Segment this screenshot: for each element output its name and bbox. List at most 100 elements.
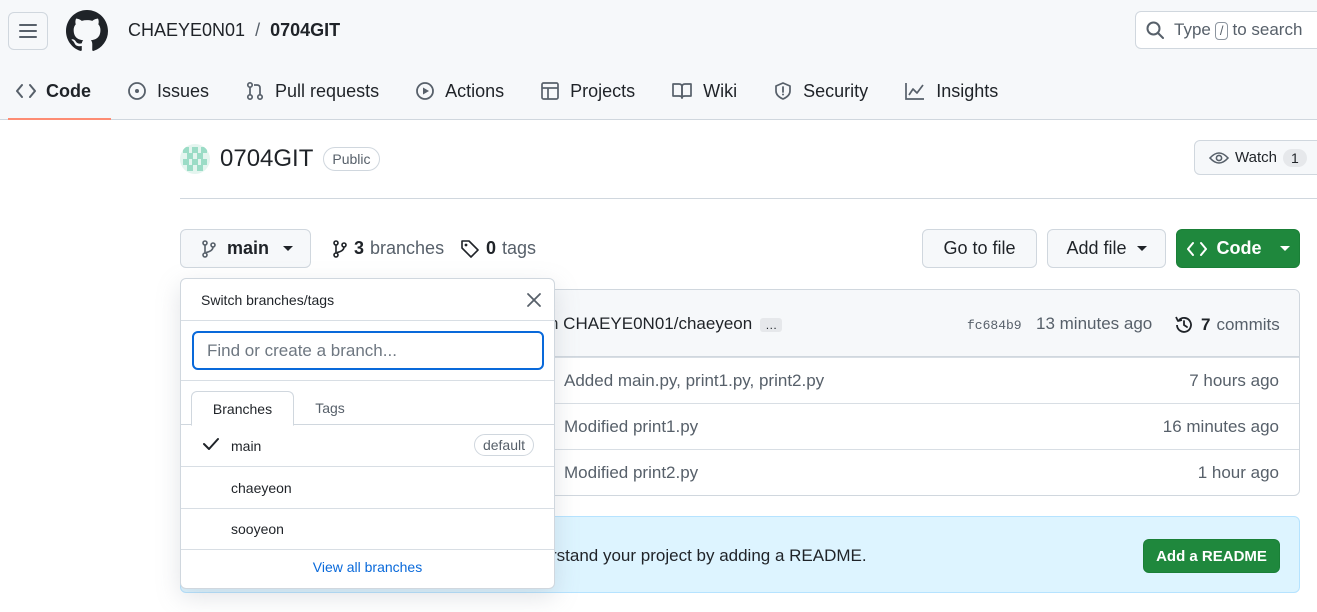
tag-icon bbox=[461, 239, 479, 258]
repo-title-row: 0704GIT Public bbox=[180, 144, 380, 174]
view-all-branches-link[interactable]: View all branches bbox=[181, 559, 554, 575]
search-hint: Type / to search bbox=[1174, 20, 1303, 40]
branch-filter-input[interactable] bbox=[192, 331, 544, 370]
tags-label: tags bbox=[502, 238, 537, 258]
tab-code[interactable]: Code bbox=[0, 70, 111, 120]
play-icon bbox=[416, 82, 434, 100]
dropdown-header: Switch branches/tags bbox=[181, 279, 554, 321]
tab-code-label: Code bbox=[46, 80, 91, 101]
tab-issues-label: Issues bbox=[157, 80, 210, 101]
shield-icon bbox=[775, 82, 792, 100]
tab-wiki[interactable]: Wiki bbox=[655, 70, 753, 112]
breadcrumb-repo[interactable]: 0704GIT bbox=[270, 20, 340, 41]
search-shortcut-key: / bbox=[1214, 22, 1229, 40]
file-commit-time: 7 hours ago bbox=[1189, 371, 1279, 390]
commits-count: 7 bbox=[1201, 315, 1211, 334]
git-branch-icon bbox=[202, 239, 216, 258]
breadcrumb-owner[interactable]: CHAEYE0N01 bbox=[128, 20, 245, 41]
add-file-label: Add file bbox=[1066, 238, 1127, 258]
chevron-down-icon bbox=[1279, 246, 1290, 251]
add-readme-label: Add a README bbox=[1156, 547, 1267, 565]
tab-wiki-label: Wiki bbox=[703, 80, 738, 101]
commits-link[interactable]: 7 commits bbox=[1173, 314, 1280, 336]
identicon-icon bbox=[180, 144, 210, 174]
history-icon bbox=[1175, 316, 1192, 333]
tab-insights-label: Insights bbox=[936, 80, 999, 101]
branches-count: 3 bbox=[354, 238, 365, 258]
file-commit-message[interactable]: Modified print2.py bbox=[564, 463, 698, 483]
tab-issues[interactable]: Issues bbox=[111, 70, 225, 112]
add-readme-button[interactable]: Add a README bbox=[1143, 539, 1280, 573]
code-dropdown-button[interactable]: Code bbox=[1176, 229, 1300, 268]
git-branch-icon bbox=[333, 239, 347, 258]
repo-name[interactable]: 0704GIT bbox=[220, 145, 313, 173]
search-icon bbox=[1146, 21, 1164, 39]
issue-icon bbox=[128, 82, 146, 100]
commit-sha[interactable]: fc684b9 bbox=[967, 318, 1022, 333]
branch-item-sooyeon[interactable]: sooyeon bbox=[181, 508, 554, 550]
global-search-button[interactable]: Type / to search bbox=[1135, 11, 1317, 49]
readme-banner-text: rstand your project by adding a README. bbox=[551, 546, 867, 565]
commit-time: 13 minutes ago bbox=[1036, 314, 1153, 333]
table-icon bbox=[541, 82, 559, 100]
chevron-down-icon bbox=[1136, 246, 1147, 251]
tab-actions[interactable]: Actions bbox=[399, 70, 520, 112]
tab-security-label: Security bbox=[803, 80, 869, 101]
latest-commit-message[interactable]: n CHAEYE0N01/chaeyeon… bbox=[549, 314, 783, 334]
branch-item-chaeyeon[interactable]: chaeyeon bbox=[181, 467, 554, 509]
dropdown-tabs: Branches Tags bbox=[181, 391, 554, 426]
tab-branches[interactable]: Branches bbox=[191, 391, 294, 426]
go-to-file-button[interactable]: Go to file bbox=[922, 229, 1037, 268]
commit-expand-button[interactable]: … bbox=[760, 317, 783, 332]
code-button-label: Code bbox=[1216, 238, 1262, 258]
tab-pull-requests-label: Pull requests bbox=[275, 80, 380, 101]
title-divider bbox=[180, 198, 1317, 199]
file-commit-message[interactable]: Added main.py, print1.py, print2.py bbox=[564, 371, 824, 391]
branches-link[interactable]: 3 branches bbox=[332, 238, 444, 259]
code-icon bbox=[1186, 241, 1207, 256]
go-to-file-label: Go to file bbox=[943, 238, 1016, 258]
add-file-button[interactable]: Add file bbox=[1047, 229, 1166, 268]
watch-count: 1 bbox=[1282, 148, 1307, 167]
repo-nav-tabs: Code Issues Pull requests Actions Projec… bbox=[0, 70, 1018, 120]
tab-actions-label: Actions bbox=[445, 80, 505, 101]
breadcrumb-separator: / bbox=[255, 20, 261, 40]
branch-item-main[interactable]: main default bbox=[181, 425, 554, 467]
file-commit-time: 1 hour ago bbox=[1197, 463, 1279, 482]
watch-button[interactable]: Watch 1 bbox=[1194, 140, 1317, 175]
tab-projects-label: Projects bbox=[570, 80, 636, 101]
repo-header-bar: CHAEYE0N01 / 0704GIT Type / to search Code… bbox=[0, 0, 1317, 120]
tab-tags[interactable]: Tags bbox=[299, 391, 361, 425]
tags-link[interactable]: 0 tags bbox=[460, 238, 536, 259]
github-logo-icon[interactable] bbox=[66, 10, 108, 52]
chevron-down-icon bbox=[283, 246, 294, 251]
branch-name: main bbox=[231, 438, 262, 454]
commits-label: commits bbox=[1216, 315, 1280, 334]
close-icon[interactable] bbox=[525, 291, 543, 309]
tags-count: 0 bbox=[486, 238, 497, 258]
visibility-badge: Public bbox=[323, 147, 380, 171]
dropdown-title: Switch branches/tags bbox=[201, 292, 335, 308]
branch-select-button[interactable]: main bbox=[180, 229, 311, 268]
branch-switcher-dropdown: Switch branches/tags Branches Tags main … bbox=[180, 278, 555, 589]
pull-request-icon bbox=[246, 81, 264, 101]
branch-name: chaeyeon bbox=[231, 480, 292, 496]
current-branch-label: main bbox=[227, 238, 270, 258]
book-icon bbox=[672, 83, 693, 99]
tab-security[interactable]: Security bbox=[757, 70, 884, 112]
watch-label: Watch bbox=[1235, 149, 1277, 166]
breadcrumb: CHAEYE0N01 / 0704GIT bbox=[128, 20, 340, 41]
default-branch-badge: default bbox=[473, 434, 534, 456]
avatar[interactable] bbox=[180, 144, 210, 174]
graph-icon bbox=[905, 83, 925, 100]
hamburger-menu-button[interactable] bbox=[8, 12, 48, 50]
tab-insights[interactable]: Insights bbox=[888, 70, 1014, 112]
code-icon bbox=[16, 84, 36, 98]
tab-pull-requests[interactable]: Pull requests bbox=[229, 70, 395, 112]
file-commit-message[interactable]: Modified print1.py bbox=[564, 417, 698, 437]
tab-projects[interactable]: Projects bbox=[524, 70, 651, 112]
branches-label: branches bbox=[370, 238, 445, 258]
menu-icon bbox=[19, 24, 37, 38]
branch-name: sooyeon bbox=[231, 521, 284, 537]
branch-filter-wrap bbox=[181, 321, 554, 381]
